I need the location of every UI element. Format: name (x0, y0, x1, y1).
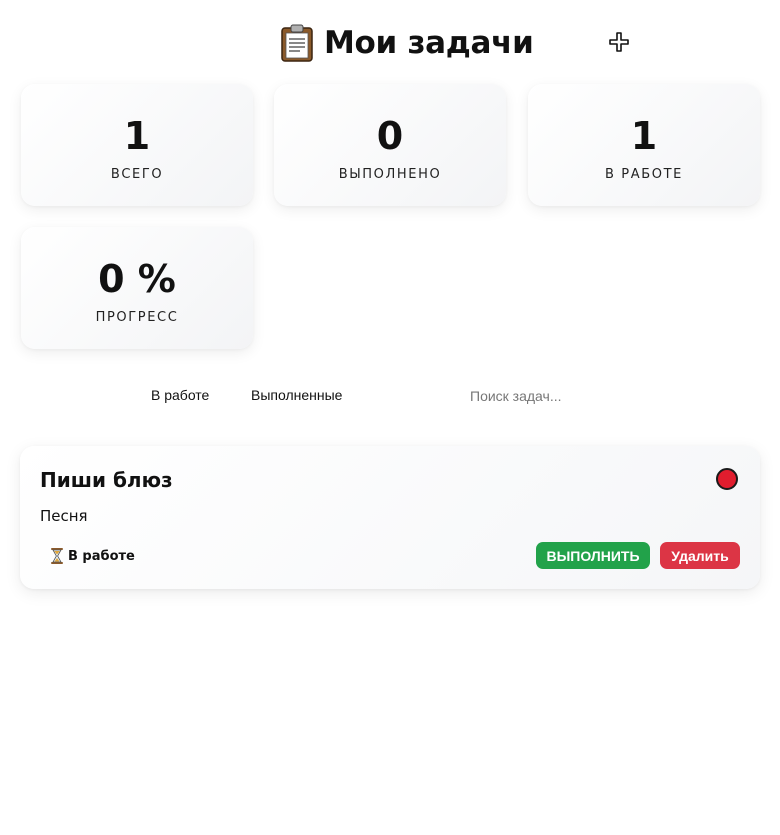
add-task-button[interactable] (607, 30, 631, 54)
hourglass-icon (50, 548, 64, 564)
plus-icon (609, 32, 629, 52)
delete-button[interactable]: Удалить (660, 542, 740, 569)
stat-label-in-progress: В РАБОТЕ (605, 167, 683, 182)
filter-bar: В работе Выполненные (0, 385, 780, 409)
stat-value-total: 1 (123, 114, 151, 158)
stat-card-progress: 0 % ПРОГРЕСС (21, 227, 253, 349)
priority-indicator (716, 468, 738, 490)
stat-label-total: ВСЕГО (110, 167, 164, 182)
title-wrap: Мои задачи (280, 24, 534, 62)
stat-value-in-progress: 1 (630, 114, 658, 158)
stat-card-completed: 0 ВЫПОЛНЕНО (274, 84, 506, 206)
tab-completed[interactable]: Выполненные (251, 387, 342, 403)
stat-label-completed: ВЫПОЛНЕНО (338, 167, 442, 182)
search-input[interactable] (470, 385, 650, 407)
stat-card-total: 1 ВСЕГО (21, 84, 253, 206)
task-card: Пиши блюз Песня В работе ВЫПОЛНИТЬ Удали… (20, 446, 760, 589)
task-title: Пиши блюз (40, 468, 173, 492)
page-title: Мои задачи (324, 25, 534, 61)
stat-card-in-progress: 1 В РАБОТЕ (528, 84, 760, 206)
stat-label-progress: ПРОГРЕСС (95, 310, 179, 325)
stat-value-completed: 0 (376, 114, 404, 158)
task-status-label: В работе (68, 548, 135, 564)
task-description: Песня (40, 507, 88, 525)
tab-in-progress[interactable]: В работе (151, 387, 209, 403)
task-status: В работе (50, 548, 135, 564)
clipboard-icon (280, 24, 314, 62)
complete-button[interactable]: ВЫПОЛНИТЬ (536, 542, 650, 569)
header: Мои задачи (0, 20, 780, 70)
stat-value-progress: 0 % (98, 257, 176, 301)
